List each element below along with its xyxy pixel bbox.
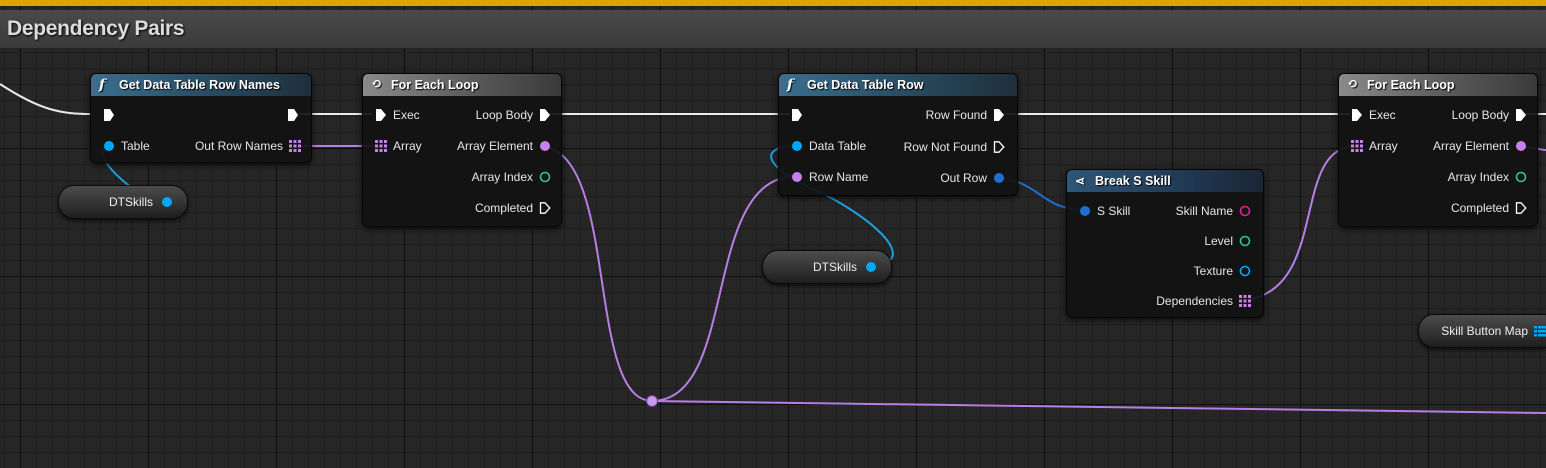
node-for-each-loop-1[interactable]: ⟲ For Each Loop Exec Loop Body Array Arra… — [362, 73, 562, 227]
loop-icon: ⟲ — [371, 77, 382, 92]
array-grid-icon — [375, 140, 387, 152]
array-grid-icon — [1351, 140, 1363, 152]
name-pin-icon — [1516, 141, 1526, 151]
exec-in-pin[interactable] — [791, 108, 803, 122]
node-title: Get Data Table Row — [807, 78, 924, 92]
pin-texture[interactable]: Texture — [1194, 264, 1251, 278]
array-grid-icon — [1239, 295, 1251, 307]
pin-row-not-found[interactable]: Row Not Found — [904, 140, 1005, 154]
pin-table[interactable]: Table — [103, 139, 150, 153]
variable-skill-button-map[interactable]: Skill Button Map — [1418, 314, 1546, 348]
pin-array-index[interactable]: Array Index — [472, 170, 551, 184]
pin-data-table[interactable]: Data Table — [791, 139, 866, 153]
exec-pin-icon — [540, 109, 550, 121]
struct-pin-icon — [994, 173, 1004, 183]
int-pin-icon — [1239, 235, 1251, 247]
node-get-data-table-row[interactable]: f Get Data Table Row Row Found Data Table… — [778, 73, 1018, 196]
map-pin-icon[interactable] — [1534, 325, 1546, 337]
node-title: For Each Loop — [391, 78, 479, 92]
loop-icon: ⟲ — [1347, 77, 1358, 92]
exec-pin-icon — [376, 109, 386, 121]
break-struct-icon: ⋖ — [1075, 174, 1086, 188]
object-pin-outline-icon — [1239, 265, 1251, 277]
exec-out-pin[interactable] — [287, 108, 299, 122]
pin-out-row[interactable]: Out Row — [940, 171, 1005, 185]
pin-s-skill[interactable]: S Skill — [1079, 204, 1130, 218]
pin-completed[interactable]: Completed — [475, 201, 551, 215]
int-pin-icon — [539, 171, 551, 183]
function-icon: f — [787, 77, 794, 93]
exec-in-pin[interactable] — [103, 108, 115, 122]
pin-array[interactable]: Array — [375, 139, 422, 153]
exec-pin-outline-icon — [1515, 202, 1527, 214]
node-title: For Each Loop — [1367, 78, 1455, 92]
pin-array[interactable]: Array — [1351, 139, 1398, 153]
node-break-s-skill[interactable]: ⋖ Break S Skill S Skill Skill Name Level … — [1066, 169, 1264, 318]
exec-pin-icon — [994, 109, 1004, 121]
struct-pin-icon — [1080, 206, 1090, 216]
exec-pin-icon — [1516, 109, 1526, 121]
exec-pin-outline-icon — [993, 141, 1005, 153]
node-for-each-loop-2[interactable]: ⟲ For Each Loop Exec Loop Body Array Arra… — [1338, 73, 1538, 227]
wire-layer — [0, 83, 1546, 414]
pin-array-element[interactable]: Array Element — [1433, 139, 1527, 153]
pin-array-index[interactable]: Array Index — [1448, 170, 1527, 184]
pin-exec[interactable]: Exec — [1351, 108, 1396, 122]
pin-out-row-names[interactable]: Out Row Names — [195, 139, 301, 153]
node-get-data-table-row-names[interactable]: f Get Data Table Row Names Table Out Row … — [90, 73, 312, 163]
pin-exec[interactable]: Exec — [375, 108, 420, 122]
exec-wire-incoming — [0, 83, 93, 115]
pin-dependencies[interactable]: Dependencies — [1156, 294, 1251, 308]
object-pin-icon — [104, 141, 114, 151]
object-pin-icon[interactable] — [161, 196, 173, 208]
name-wire-reroute-out — [651, 400, 1546, 414]
pin-completed[interactable]: Completed — [1451, 201, 1527, 215]
variable-dtskills-1[interactable]: DTSkills — [58, 185, 188, 219]
node-title: Get Data Table Row Names — [119, 78, 280, 92]
pin-array-element[interactable]: Array Element — [457, 139, 551, 153]
name-pin-icon — [540, 141, 550, 151]
int-pin-icon — [1515, 171, 1527, 183]
object-pin-icon — [792, 141, 802, 151]
pin-row-found[interactable]: Row Found — [926, 108, 1005, 122]
pin-loop-body[interactable]: Loop Body — [1452, 108, 1527, 122]
object-pin-icon[interactable] — [865, 261, 877, 273]
pin-skill-name[interactable]: Skill Name — [1176, 204, 1251, 218]
array-grid-icon — [289, 140, 301, 152]
name-wire-reroute-rowname — [651, 175, 798, 402]
name-pin-icon — [792, 172, 802, 182]
pin-level[interactable]: Level — [1204, 234, 1251, 248]
pin-loop-body[interactable]: Loop Body — [476, 108, 551, 122]
pin-row-name[interactable]: Row Name — [791, 170, 868, 184]
reroute-node — [646, 395, 658, 407]
variable-dtskills-2[interactable]: DTSkills — [762, 250, 892, 284]
exec-pin-icon — [1352, 109, 1362, 121]
exec-pin-outline-icon — [539, 202, 551, 214]
text-pin-icon — [1239, 205, 1251, 217]
node-title: Break S Skill — [1095, 174, 1171, 188]
function-icon: f — [99, 77, 106, 93]
